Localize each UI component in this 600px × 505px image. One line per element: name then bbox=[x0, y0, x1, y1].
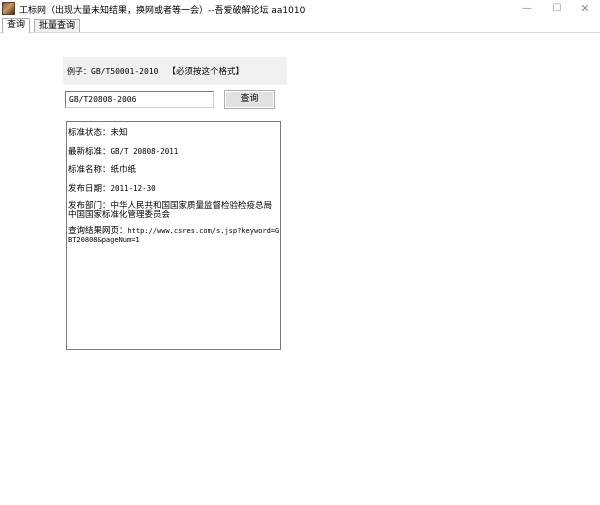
maximize-button[interactable]: ☐ bbox=[544, 0, 570, 18]
format-note: 【必须按这个格式】 bbox=[167, 67, 244, 77]
result-date: 发布日期：2011-12-30 bbox=[68, 183, 280, 195]
tab-strip: 查询 批量查询 bbox=[0, 18, 600, 33]
name-label: 标准名称： bbox=[68, 165, 111, 175]
status-value: 未知 bbox=[110, 128, 128, 138]
result-latest: 最新标准：GB/T 20808-2011 bbox=[68, 146, 280, 158]
app-icon bbox=[2, 2, 15, 15]
status-label: 标准状态： bbox=[68, 128, 111, 138]
result-department: 发布部门：中华人民共和国国家质量监督检验检疫总局 中国国家标准化管理委员会 bbox=[68, 202, 280, 220]
result-name: 标准名称：纸巾纸 bbox=[68, 165, 280, 176]
standard-number-input[interactable]: GB/T20808-2006 bbox=[65, 91, 214, 108]
query-button[interactable]: 查询 bbox=[224, 90, 275, 109]
tab-query[interactable]: 查询 bbox=[2, 18, 31, 33]
date-label: 发布日期： bbox=[68, 184, 111, 194]
url-label: 查询结果网页： bbox=[68, 226, 128, 236]
result-url: 查询结果网页：http://www.csres.com/s.jsp?keywor… bbox=[68, 227, 280, 245]
example-text: 例子：GB/T50001-2010 bbox=[67, 67, 159, 76]
example-label: 例子：GB/T50001-2010 【必须按这个格式】 bbox=[67, 65, 244, 77]
tab-batch-query[interactable]: 批量查询 bbox=[34, 19, 81, 32]
name-value: 纸巾纸 bbox=[110, 165, 137, 175]
latest-value: GB/T 20808-2011 bbox=[110, 147, 179, 156]
window-title: 工标网（出现大量未知结果，换网或者等一会）--吾爱破解论坛 aa1010 bbox=[19, 6, 306, 16]
result-textbox[interactable]: 标准状态：未知 最新标准：GB/T 20808-2011 标准名称：纸巾纸 发布… bbox=[66, 121, 281, 350]
minimize-button[interactable]: — bbox=[514, 0, 540, 18]
date-value: 2011-12-30 bbox=[110, 184, 156, 193]
result-status: 标准状态：未知 bbox=[68, 128, 280, 139]
example-panel: 例子：GB/T50001-2010 【必须按这个格式】 bbox=[63, 57, 287, 85]
title-bar: 工标网（出现大量未知结果，换网或者等一会）--吾爱破解论坛 aa1010 — ☐… bbox=[0, 0, 600, 18]
close-button[interactable]: ✕ bbox=[572, 0, 598, 18]
latest-label: 最新标准： bbox=[68, 147, 111, 157]
